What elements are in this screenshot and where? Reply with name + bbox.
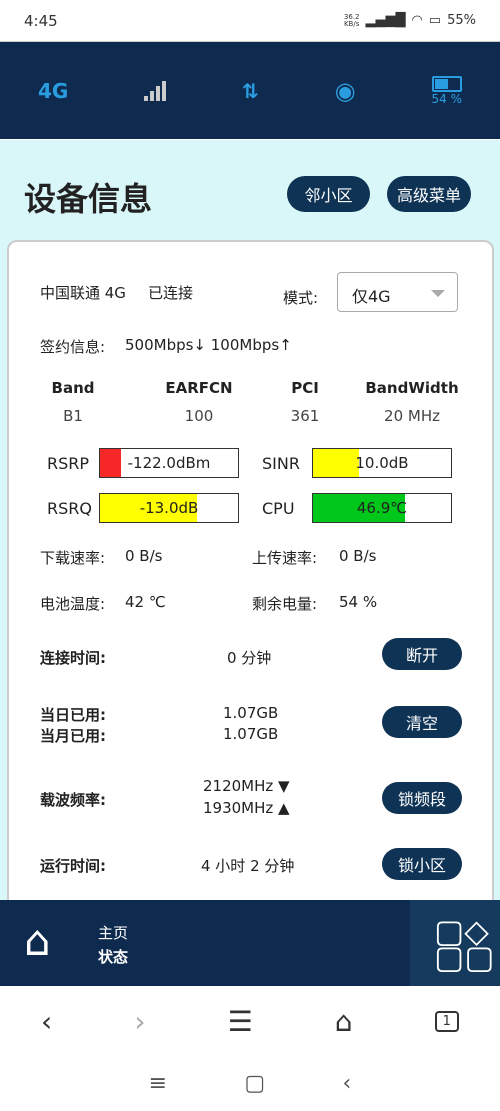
page-title: 设备信息 [24,180,153,218]
chevron-down-icon [431,290,445,297]
subscription-label: 签约信息: [40,338,106,356]
home-square-icon[interactable]: ▢ [244,1071,265,1096]
mode-select[interactable]: 仅4G [337,272,458,312]
top-status-bar: 4G ⇅ ◉ 54 % [0,42,500,139]
upload-value: 0 B/s [339,547,377,565]
lock-cell-button[interactable]: 锁小区 [382,848,462,880]
gauge-label: RSRQ [47,499,92,518]
mode-value: 仅4G [352,287,391,306]
battery-percent: 54 % [431,91,463,106]
gauge-value: 46.9℃ [356,499,408,517]
back-icon[interactable]: ‹ [41,1005,52,1038]
cell-header: PCI [291,379,319,397]
clock: 4:45 [24,11,58,30]
advanced-menu-button[interactable]: 高级菜单 [387,176,471,212]
gauge-rsrp: -122.0dBm [99,448,239,478]
tabs-button[interactable]: 1 [434,1010,459,1032]
menu-icon[interactable]: ☰ [228,1005,253,1038]
gauge-rsrq: -13.0dB [99,493,239,523]
data-transfer-icon: ⇅ [242,78,259,103]
apps-menu-button[interactable]: ▢◇ ▢▢ [410,900,500,986]
subscription-value: 500Mbps↓ 100Mbps↑ [125,336,292,354]
battery-left-value: 54 % [339,593,378,611]
conn-time-label: 连接时间: [40,649,106,667]
month-used-label: 当月已用: [40,727,106,745]
device-info-card: 中国联通 4G 已连接 模式: 仅4G 签约信息: 500Mbps↓ 100Mb… [7,240,494,920]
day-used-value: 1.07GB [223,704,279,722]
neighbor-cell-button[interactable]: 邻小区 [287,176,370,212]
gauge-label: CPU [262,499,295,518]
home-label[interactable]: 主页 [98,922,128,943]
gauge-sinr: 10.0dB [312,448,452,478]
uptime-label: 运行时间: [40,857,106,875]
cell-value: B1 [63,407,83,425]
battery-left-label: 剩余电量: [252,595,318,613]
main-content: 设备信息 邻小区 高级菜单 中国联通 4G 已连接 模式: 仅4G 签约信息: … [0,140,500,920]
download-value: 0 B/s [125,547,163,565]
gauge-value: -13.0dB [139,499,199,517]
gauge-label: RSRP [47,454,90,473]
cell-value: 100 [184,407,214,425]
cell-header: EARFCN [165,379,233,397]
cell-header: Band [51,379,95,397]
wifi-icon: ◉ [334,76,356,105]
clear-button[interactable]: 清空 [382,706,462,738]
operator: 中国联通 4G [40,284,126,302]
forward-icon[interactable]: › [134,1005,145,1038]
month-used-value: 1.07GB [223,725,279,743]
upload-label: 上传速率: [252,549,318,567]
home-icon[interactable]: ⌂ [335,1005,353,1038]
gauge-value: 10.0dB [355,454,409,472]
day-used-label: 当日已用: [40,706,106,724]
battery-percent: 55% [447,13,476,28]
signal-icon: ▂▄▆█ [365,13,406,28]
carrier-up: 1930MHz ▲ [203,799,290,817]
battery-temp-label: 电池温度: [40,595,106,613]
conn-time-value: 0 分钟 [227,649,272,667]
uptime-value: 4 小时 2 分钟 [201,857,295,875]
battery-temp-value: 42 ℃ [125,593,166,611]
battery-icon: ▭ [428,13,442,28]
net-unit: KB/s [343,19,360,28]
gauge-value: -122.0dBm [127,454,211,472]
cell-value: 361 [290,407,320,425]
system-nav: ≡ ▢ ‹ [0,1056,500,1111]
wifi-icon: ◠ [411,13,423,28]
browser-toolbar: ‹ › ☰ ⌂ 1 [0,986,500,1056]
battery-icon [431,75,462,92]
apps-grid-icon: ▢◇ ▢▢ [434,912,495,976]
mode-label: 模式: [283,289,319,307]
gauge-label: SINR [262,454,300,473]
recents-icon[interactable]: ≡ [149,1071,167,1096]
cell-header: BandWidth [365,379,459,397]
carrier-label: 载波频率: [40,791,106,809]
bottom-nav: ⌂ 主页 状态 ▢◇ ▢▢ [0,900,500,986]
connection-state: 已连接 [148,284,194,302]
download-label: 下载速率: [40,549,106,567]
disconnect-button[interactable]: 断开 [382,638,462,670]
home-icon[interactable]: ⌂ [24,916,51,965]
battery-indicator: 54 % [431,75,463,106]
status-bar: 4:45 36.2 KB/s ▂▄▆█ ◠ ▭ 55% [0,0,500,42]
cell-value: 20 MHz [384,407,440,425]
gauge-cpu: 46.9℃ [312,493,452,523]
status-label[interactable]: 状态 [98,946,128,967]
carrier-down: 2120MHz ▼ [203,777,290,795]
back-icon[interactable]: ‹ [343,1071,352,1096]
signal-bars-icon [144,80,167,101]
lock-band-button[interactable]: 锁频段 [382,782,462,814]
network-type: 4G [37,78,69,103]
